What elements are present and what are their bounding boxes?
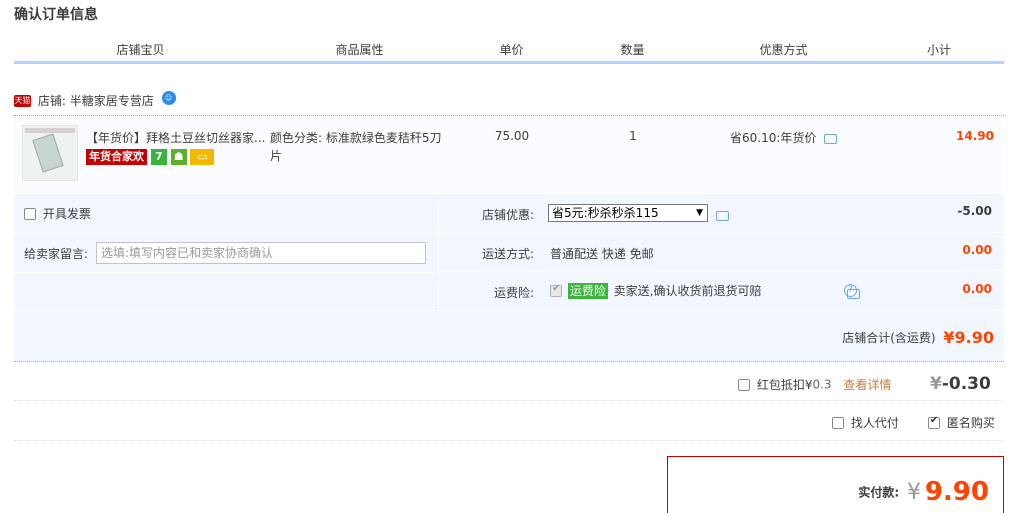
table-header: 店铺宝贝 商品属性 单价 数量 优惠方式 小计 xyxy=(14,40,1004,64)
shop-discount-label: 店铺优惠: xyxy=(482,208,535,222)
invoice-label: 开具发票 xyxy=(42,207,91,221)
attr-line-1: 颜色分类: 标准款绿色麦秸秆5刀 xyxy=(270,131,442,145)
shipping-label: 运送方式: xyxy=(482,247,535,261)
message-icon[interactable] xyxy=(824,133,838,144)
invoice-checkbox[interactable] xyxy=(24,207,36,220)
memo-label: 给卖家留言: xyxy=(24,247,89,261)
column-header-shop-item: 店铺宝贝 xyxy=(14,40,268,61)
shipping-value: 普通配送 快递 免邮 xyxy=(550,247,654,261)
discount-method: 省60.10:年货价 xyxy=(730,129,838,146)
payment-total: 实付款: ¥ 9.90 xyxy=(858,477,989,507)
shop-name-link[interactable]: 半糖家居专营店 xyxy=(70,94,154,108)
help-question-icon[interactable]: ? xyxy=(844,284,857,297)
payment-amount: 9.90 xyxy=(924,477,989,507)
order-item-row: 【年货价】拜格土豆丝切丝器家... 年货合家欢 7 ☗ ▭ 颜色分类: 标准款绿… xyxy=(14,117,1004,193)
page-title: 确认订单信息 xyxy=(14,7,98,23)
seven-day-return-icon: 7 xyxy=(150,149,167,165)
product-attributes: 颜色分类: 标准款绿色麦秸秆5刀 片 xyxy=(270,129,450,165)
chat-wangwang-icon[interactable]: ☺ xyxy=(161,90,176,105)
insurance-desc: 卖家送,确认收货前退货可赔 xyxy=(613,284,762,298)
insurance-option: 运费险 卖家送,确认收货前退货可赔 xyxy=(550,282,762,299)
payment-summary-box: 实付款: ¥ 9.90 xyxy=(667,456,1004,513)
column-header-subtotal: 小计 xyxy=(875,40,1004,61)
red-packet-amount: ¥-0.30 xyxy=(930,374,991,394)
insurance-label: 运费险: xyxy=(494,286,535,300)
new-year-promo-badge: 年货合家欢 xyxy=(86,149,147,165)
product-thumbnail[interactable] xyxy=(22,125,78,181)
guarantee-icon: ☗ xyxy=(170,149,187,165)
anonymous-checkbox[interactable] xyxy=(928,415,940,429)
attr-line-2: 片 xyxy=(270,149,283,163)
column-header-unit-price: 单价 xyxy=(452,40,572,61)
shop-discount-selected: 省5元:秒杀秒杀115 xyxy=(552,206,659,220)
red-packet-checkbox[interactable] xyxy=(738,378,750,391)
shop-row: 天猫 店铺: 半糖家居专营店 ☺ xyxy=(14,90,1004,116)
invoice-option[interactable]: 开具发票 xyxy=(24,205,91,222)
anonymous-label: 匿名购买 xyxy=(946,416,995,430)
payment-yen: ¥ xyxy=(907,479,922,505)
red-packet-details-link[interactable]: 查看详情 xyxy=(843,378,891,392)
red-packet-row: 红包抵扣¥0.3 查看详情 xyxy=(738,376,891,393)
insurance-checkbox xyxy=(550,283,562,297)
column-header-discount: 优惠方式 xyxy=(694,40,874,61)
insurance-tag: 运费险 xyxy=(567,282,608,299)
shop-discount-amount: -5.00 xyxy=(957,204,992,218)
memo-input[interactable] xyxy=(96,242,426,264)
unit-price: 75.00 xyxy=(494,129,530,143)
credit-card-icon: ▭ xyxy=(190,149,215,165)
red-packet-label: 红包抵扣¥ xyxy=(756,378,813,392)
shipping-amount: 0.00 xyxy=(962,243,992,257)
proxy-pay-label: 找人代付 xyxy=(850,416,899,430)
red-packet-amount-value: -0.30 xyxy=(941,374,991,394)
item-subtotal: 14.90 xyxy=(956,129,994,143)
product-title-link[interactable]: 【年货价】拜格土豆丝切丝器家... xyxy=(86,129,268,146)
shop-total-label: 店铺合计(含运费) xyxy=(842,331,936,345)
column-header-attributes: 商品属性 xyxy=(269,40,451,61)
shop-total: 店铺合计(含运费) ¥9.90 xyxy=(842,328,994,347)
discount-message-icon[interactable] xyxy=(716,210,729,221)
shop-label: 店铺: xyxy=(37,94,66,108)
anonymous-option[interactable]: 匿名购买 xyxy=(928,414,995,431)
payment-label: 实付款: xyxy=(858,485,900,500)
insurance-amount: 0.00 xyxy=(962,282,992,296)
dropdown-arrow-icon: ▼ xyxy=(696,208,703,218)
product-badges: 年货合家欢 7 ☗ ▭ xyxy=(86,149,215,165)
discount-text: 省60.10:年货价 xyxy=(730,131,817,145)
shop-total-value: ¥9.90 xyxy=(943,328,994,347)
tmall-logo-icon: 天猫 xyxy=(14,94,31,107)
proxy-pay-checkbox[interactable] xyxy=(832,416,844,429)
quantity: 1 xyxy=(629,129,637,143)
shop-discount-select[interactable]: 省5元:秒杀秒杀115 ▼ xyxy=(548,204,708,222)
red-packet-value: 0.3 xyxy=(812,377,832,392)
proxy-pay-option[interactable]: 找人代付 xyxy=(832,414,899,431)
order-options-panel: 开具发票 给卖家留言: 店铺优惠: 省5元:秒杀秒杀115 ▼ -5.00 运送… xyxy=(14,194,1004,362)
red-packet-yen: ¥ xyxy=(930,374,942,394)
column-header-quantity: 数量 xyxy=(573,40,693,61)
